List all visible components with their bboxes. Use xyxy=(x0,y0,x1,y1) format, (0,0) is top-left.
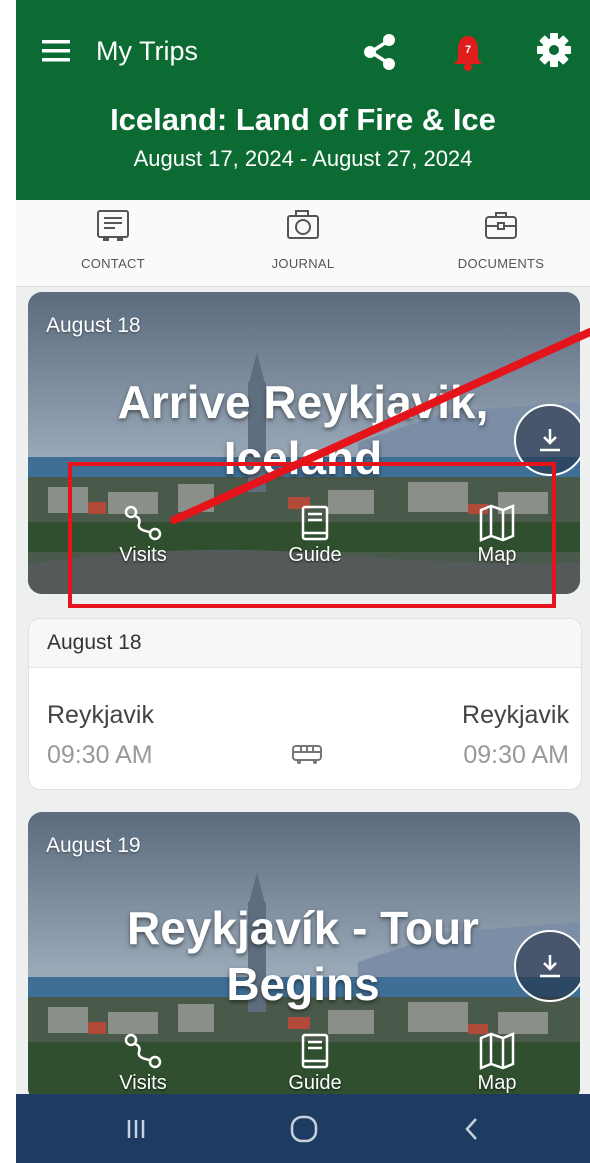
map-button[interactable]: Map xyxy=(452,1032,542,1095)
bus-icon xyxy=(291,743,323,770)
book-icon xyxy=(301,505,329,541)
transfer-to-city: Reykjavik xyxy=(462,701,569,729)
briefcase-icon xyxy=(485,212,517,239)
back-icon[interactable] xyxy=(452,1114,492,1144)
day-title: Reykjavík - Tour Begins xyxy=(88,900,518,1012)
tab-journal-label: JOURNAL xyxy=(271,256,335,271)
day-title-line-1: Arrive Reykjavik, xyxy=(117,376,489,428)
notification-badge: 7 xyxy=(464,44,472,56)
download-icon xyxy=(540,955,560,978)
map-icon xyxy=(479,504,515,542)
day-title: Arrive Reykjavik, Iceland xyxy=(88,374,518,486)
route-icon xyxy=(124,505,162,541)
tab-journal[interactable]: JOURNAL xyxy=(228,208,378,271)
transfer-card[interactable]: August 18 Reykjavik 09:30 AM Reykjavik 0… xyxy=(28,618,582,790)
guide-button[interactable]: Guide xyxy=(270,504,360,567)
tab-contact-label: CONTACT xyxy=(81,256,145,271)
day-title-line-1: Reykjavík - Tour xyxy=(127,902,479,954)
visits-label: Visits xyxy=(119,544,167,566)
trip-title: Iceland: Land of Fire & Ice xyxy=(110,102,496,137)
download-button[interactable] xyxy=(514,404,580,476)
tab-documents-label: DOCUMENTS xyxy=(457,256,545,271)
transfer-date: August 18 xyxy=(47,631,142,654)
day-card-2[interactable]: August 19 Reykjavík - Tour Begins Visits… xyxy=(28,812,580,1102)
visits-button[interactable]: Visits xyxy=(98,504,188,567)
app-header: My Trips 7 Iceland: Land of Fire & Ice A… xyxy=(16,0,590,200)
contact-card-icon xyxy=(97,210,129,241)
visits-label: Visits xyxy=(119,1072,167,1094)
system-nav-bar xyxy=(16,1094,590,1163)
tab-contact[interactable]: CONTACT xyxy=(38,208,188,271)
transfer-from-city: Reykjavik xyxy=(47,701,154,729)
transfer-to-time: 09:30 AM xyxy=(463,741,569,769)
day-date: August 19 xyxy=(46,834,141,857)
bell-icon[interactable]: 7 xyxy=(448,30,488,74)
trip-dates: August 17, 2024 - August 27, 2024 xyxy=(133,146,473,171)
day-title-line-2: Iceland xyxy=(223,432,383,484)
share-icon[interactable] xyxy=(360,32,400,72)
recents-icon[interactable] xyxy=(116,1114,156,1144)
transfer-date-row: August 18 xyxy=(29,619,581,668)
transfer-from-time: 09:30 AM xyxy=(47,741,153,769)
app-screen: My Trips 7 Iceland: Land of Fire & Ice A… xyxy=(16,0,590,1163)
guide-button[interactable]: Guide xyxy=(270,1032,360,1095)
map-label: Map xyxy=(477,544,517,566)
map-label: Map xyxy=(477,1072,517,1094)
visits-button[interactable]: Visits xyxy=(98,1032,188,1095)
trip-quick-nav: CONTACT JOURNAL DOCUMENTS xyxy=(16,200,590,287)
app-title: My Trips xyxy=(96,36,199,66)
camera-icon xyxy=(287,210,319,239)
tab-documents[interactable]: DOCUMENTS xyxy=(426,208,576,271)
day-card-1[interactable]: August 18 Arrive Reykjavik, Iceland Visi… xyxy=(28,292,580,594)
day-date: August 18 xyxy=(46,314,141,337)
day-title-line-2: Begins xyxy=(226,958,380,1010)
home-icon[interactable] xyxy=(284,1114,324,1144)
download-icon xyxy=(540,429,560,452)
map-icon xyxy=(479,1032,515,1070)
download-button[interactable] xyxy=(514,930,580,1002)
gear-icon[interactable] xyxy=(534,30,574,70)
guide-label: Guide xyxy=(288,544,342,566)
route-icon xyxy=(124,1033,162,1069)
guide-label: Guide xyxy=(288,1072,342,1094)
menu-icon[interactable] xyxy=(40,34,74,68)
map-button[interactable]: Map xyxy=(452,504,542,567)
book-icon xyxy=(301,1033,329,1069)
